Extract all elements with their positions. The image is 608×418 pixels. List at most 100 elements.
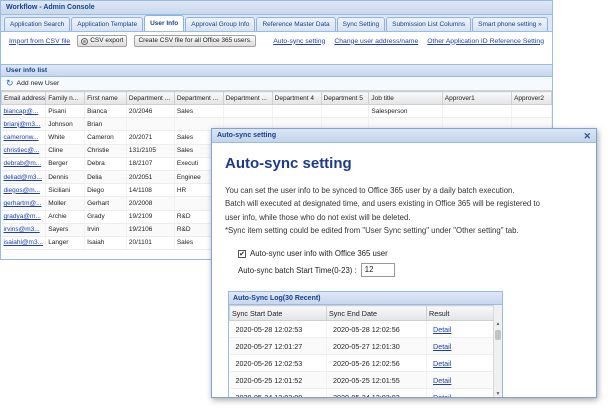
column-header[interactable]: Department ... (125, 91, 175, 105)
log-row: 2020-05-27 12:01:27 2020-05-27 12:01:30 De… (229, 337, 496, 355)
column-header[interactable]: Department ... (222, 91, 273, 105)
start-time-input[interactable]: 12 (360, 263, 395, 277)
table-cell: Sayers (45, 223, 86, 237)
log-row: 2020-05-24 12:03:00 2020-05-24 12:03:03 De… (229, 388, 496, 397)
tab-application-template[interactable]: Application Template (71, 17, 144, 31)
user-email-link[interactable]: irvins@m3... (1, 223, 47, 237)
tab-reference-master-data[interactable]: Reference Master Data (256, 17, 336, 31)
user-info-list-header: User info list (1, 64, 552, 77)
table-cell (321, 104, 370, 119)
table-cell: 20/2046 (126, 104, 175, 119)
user-email-link[interactable]: gerhartm@... (1, 196, 47, 211)
table-cell: Siciliani (45, 183, 86, 198)
user-email-link[interactable]: biancap@... (1, 104, 47, 119)
column-header[interactable]: Department 5 (320, 91, 370, 105)
tab-smart-phone-setting[interactable]: Smart phone setting » (472, 17, 548, 31)
table-cell: Johnson (45, 117, 86, 132)
column-header[interactable]: Job title (368, 91, 443, 105)
log-cell: 2020-05-25 12:01:52 (229, 371, 327, 389)
change-user-address-link[interactable]: Change user address/name (334, 38, 418, 45)
column-header[interactable]: Department ... (173, 91, 224, 105)
table-cell: Diego (84, 183, 127, 198)
user-email-link[interactable]: brianj@m3... (1, 117, 47, 132)
add-new-user-button[interactable]: Add new User (17, 80, 60, 87)
table-cell (511, 104, 552, 119)
log-scrollbar[interactable]: ▲ ▼ (493, 305, 502, 397)
import-csv-link[interactable]: Import from CSV file (9, 38, 70, 45)
table-cell: 19/2109 (126, 210, 175, 224)
log-cell: 2020-05-24 12:03:00 (229, 388, 327, 397)
auto-sync-checkbox[interactable]: ✔ (238, 249, 246, 258)
create-csv-office365-button[interactable]: Create CSV file for all Office 365 users… (134, 35, 256, 47)
user-email-link[interactable]: cameronw... (1, 130, 47, 145)
scroll-up-arrow-icon[interactable]: ▲ (494, 320, 502, 328)
table-cell: Brian (84, 117, 127, 132)
log-cell: 2020-05-26 12:02:56 (326, 354, 427, 372)
table-cell: Pisani (45, 104, 86, 119)
user-list-toolbar: ↻ Add new User (1, 77, 552, 91)
log-cell: 2020-05-28 12:02:53 (229, 320, 327, 338)
user-email-link[interactable]: deliad@m3... (1, 170, 47, 185)
table-cell: Langer (45, 236, 86, 251)
column-header[interactable]: Department 4 (271, 91, 322, 105)
table-cell: 18/2107 (126, 157, 175, 171)
table-cell: Cline (45, 144, 86, 158)
table-cell: 20/2008 (126, 196, 175, 211)
log-detail-link[interactable]: Detail (426, 371, 496, 389)
log-detail-link[interactable]: Detail (426, 337, 496, 355)
log-detail-link[interactable]: Detail (426, 388, 496, 397)
csv-export-button[interactable]: CSV export (77, 35, 128, 47)
auto-sync-setting-link[interactable]: Auto-sync setting (273, 38, 325, 45)
other-app-id-reference-link[interactable]: Other Application ID Reference Setting (427, 38, 544, 45)
console-title: Workflow - Admin Console (1, 1, 552, 15)
table-cell: Delia (84, 170, 127, 185)
scroll-down-arrow-icon[interactable]: ▼ (494, 390, 502, 397)
tab-user-info[interactable]: User Info (144, 15, 185, 31)
table-cell: 20/2051 (126, 170, 175, 185)
log-cell: 2020-05-27 12:01:27 (229, 337, 327, 355)
scroll-thumb[interactable] (495, 330, 501, 340)
table-cell: Sales (174, 104, 224, 119)
column-header[interactable]: First name (84, 91, 127, 105)
tab-submission-list-columns[interactable]: Submission List Columns (386, 17, 472, 31)
table-row[interactable]: biancap@... Pisani Bianca 20/2046 Sales Sales… (1, 104, 552, 119)
log-cell: 2020-05-25 12:01:55 (326, 371, 427, 389)
log-cell: 2020-05-27 12:01:30 (326, 337, 427, 355)
tab-approval-group-info[interactable]: Approval Group Info (185, 17, 256, 31)
column-header[interactable]: Email address (1, 91, 47, 105)
auto-sync-checkbox-label: Auto-sync user info with Office 365 user (250, 249, 388, 258)
start-time-row: Auto-sync batch Start Time(0-23) : 12 (238, 263, 395, 277)
add-user-icon[interactable]: ↻ (6, 79, 14, 88)
table-cell: Bianca (84, 104, 127, 119)
log-detail-link[interactable]: Detail (426, 320, 496, 338)
table-cell: Berger (45, 157, 86, 171)
user-email-link[interactable]: diegos@m... (1, 183, 47, 198)
table-cell: Dennis (45, 170, 86, 185)
start-time-label: Auto-sync batch Start Time(0-23) : (238, 265, 357, 275)
column-header[interactable]: Approver1 (441, 91, 513, 105)
tab-application-search[interactable]: Application Search (4, 17, 71, 31)
column-header[interactable]: Family n... (45, 91, 86, 105)
table-cell: 131/2105 (126, 144, 175, 158)
auto-sync-log-title: Auto-Sync Log(30 Recent) (229, 292, 502, 305)
log-cell: 2020-05-26 12:02:53 (229, 354, 327, 372)
user-email-link[interactable]: debrab@m... (1, 157, 47, 171)
column-header[interactable]: Approver2 (511, 91, 552, 105)
log-row: 2020-05-26 12:02:53 2020-05-26 12:02:56 De… (229, 354, 496, 372)
right-links: Auto-sync setting Change user address/na… (273, 38, 544, 45)
close-icon[interactable]: ✕ (583, 129, 591, 143)
dialog-heading: Auto-sync setting (225, 155, 352, 172)
user-email-link[interactable]: christiec@... (1, 144, 47, 158)
table-cell: Moller (45, 196, 86, 211)
table-cell (126, 117, 175, 132)
log-cell: 2020-05-24 12:03:03 (326, 388, 427, 397)
auto-sync-dialog: Auto-sync setting ✕ Auto-sync setting Yo… (211, 128, 597, 398)
table-cell: Debra (84, 157, 127, 171)
log-header-row: Sync Start Date Sync End Date Result (229, 305, 496, 321)
log-column-header: Result (426, 305, 496, 321)
log-column-header: Sync Start Date (229, 305, 327, 321)
user-email-link[interactable]: isaiahl@m3... (1, 236, 47, 251)
tab-sync-setting[interactable]: Sync Setting (336, 17, 386, 31)
log-detail-link[interactable]: Detail (426, 354, 496, 372)
user-email-link[interactable]: gradya@m... (1, 210, 47, 224)
